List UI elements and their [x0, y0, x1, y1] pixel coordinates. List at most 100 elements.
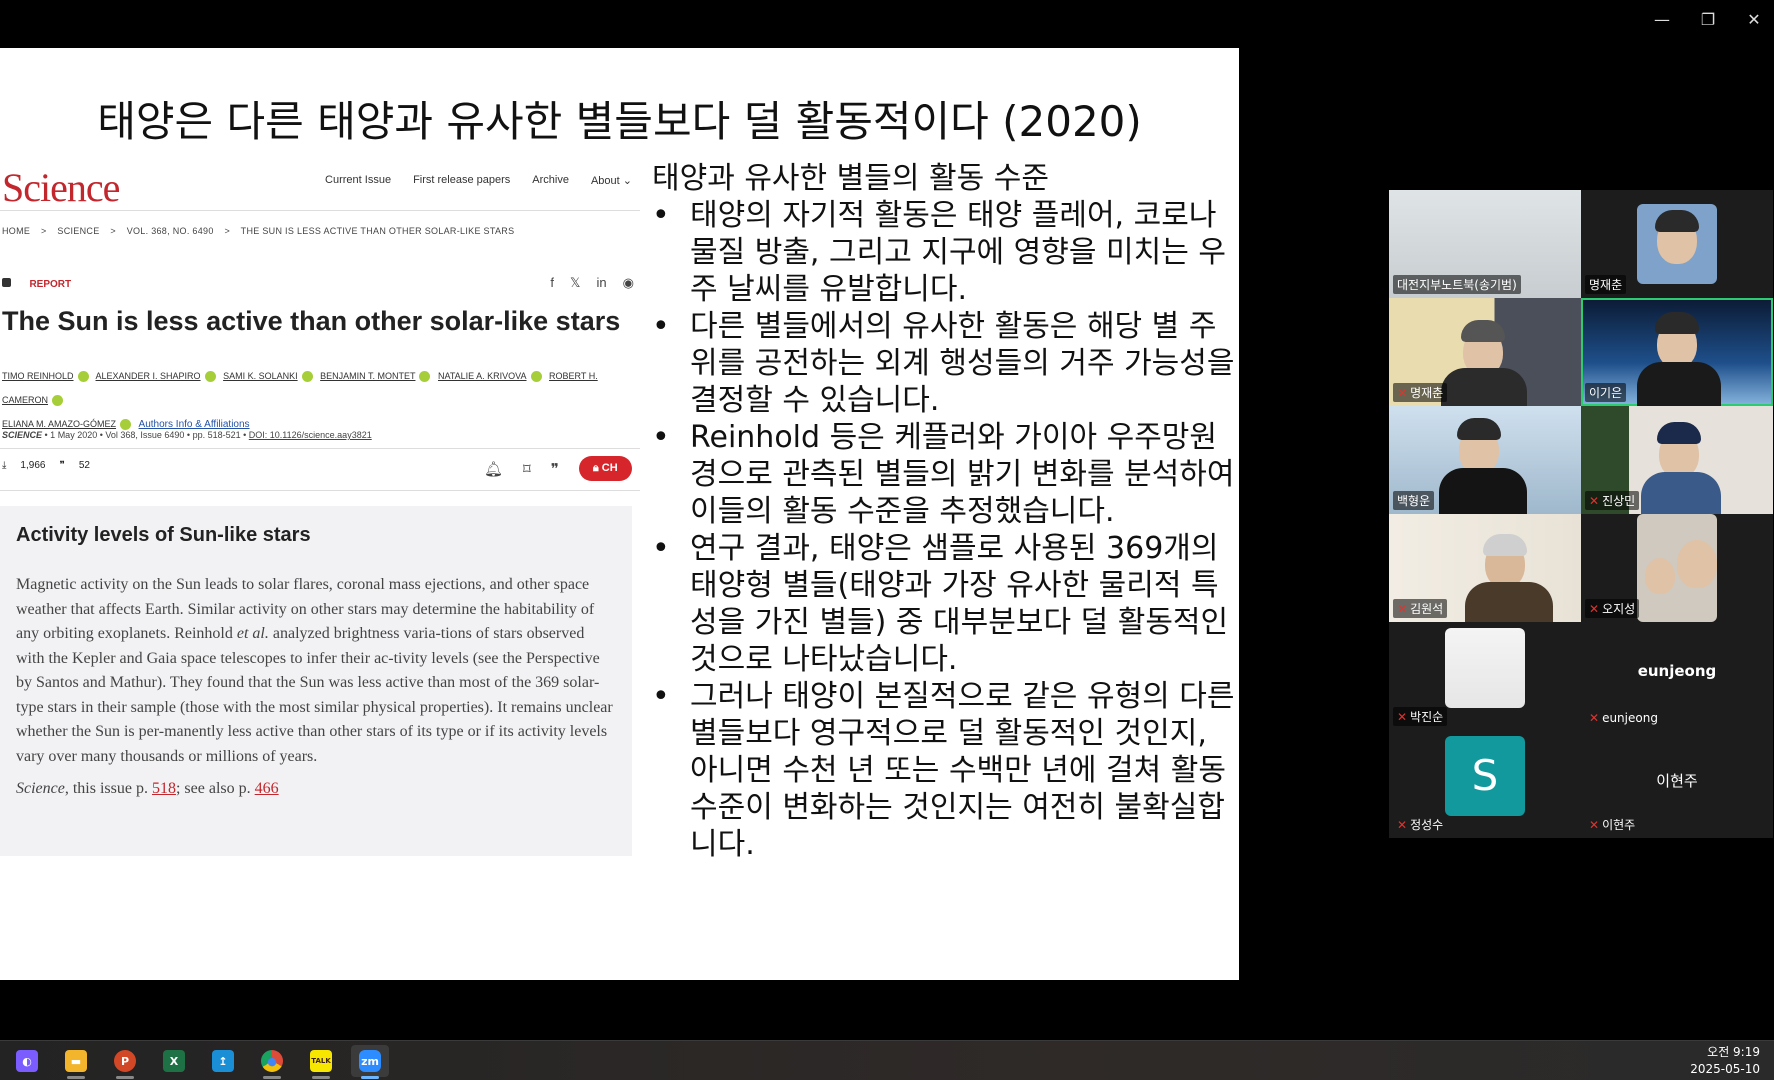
- participants-gallery: 대전지부노트북(송기범) 명재춘 ✕ 명재춘 이기은 백형운 ✕ 진상민 ✕ 김…: [1389, 190, 1773, 838]
- participant-tile[interactable]: ✕ 명재춘: [1389, 298, 1581, 406]
- kakaotalk-icon[interactable]: TALK: [302, 1045, 340, 1079]
- app-blue-icon[interactable]: ↥: [204, 1045, 242, 1077]
- divider: [0, 210, 640, 211]
- copilot-icon[interactable]: ◐: [8, 1045, 46, 1077]
- mic-muted-icon: ✕: [1397, 710, 1408, 724]
- nav-archive: Archive: [532, 174, 569, 186]
- mic-muted-icon: ✕: [1589, 602, 1600, 616]
- body: [1465, 582, 1553, 622]
- participant-tile[interactable]: ✕ 진상민: [1581, 406, 1773, 514]
- cite-icon: ❞: [550, 460, 559, 478]
- article-stats: ⤓ 1,966 ❞ 52: [2, 460, 90, 471]
- hair: [1461, 320, 1505, 342]
- breadcrumb-volume: VOL. 368, NO. 6490: [126, 226, 214, 236]
- powerpoint-icon[interactable]: P: [106, 1045, 144, 1079]
- author: TIMO REINHOLD: [2, 371, 74, 381]
- nav-current-issue: Current Issue: [325, 174, 392, 186]
- file-explorer-glyph: ▬: [65, 1050, 87, 1072]
- summary-part: analyzed brightness varia-tions of stars…: [16, 625, 613, 765]
- participant-name-text: 백형운: [1397, 494, 1431, 508]
- participant-video: [1637, 204, 1717, 284]
- orcid-icon: [120, 419, 132, 431]
- file-explorer-icon[interactable]: ▬: [57, 1045, 95, 1079]
- bullet-list: 태양의 자기적 활동은 태양 플레어, 코로나 물질 방출, 그리고 지구에 영…: [652, 197, 1236, 863]
- participant-tile[interactable]: 명재춘: [1581, 190, 1773, 298]
- breadcrumb-science: SCIENCE: [57, 226, 100, 236]
- reddit-icon: ◉: [622, 275, 634, 290]
- participant-name: 백형운: [1393, 491, 1435, 510]
- orcid-icon: [301, 371, 313, 383]
- facebook-icon: f: [550, 275, 555, 290]
- orcid-icon: [77, 371, 89, 383]
- participant-tile[interactable]: S ✕ 정성수: [1389, 730, 1581, 838]
- breadcrumb: HOME > SCIENCE > VOL. 368, NO. 6490 > TH…: [2, 226, 522, 236]
- minimize-button[interactable]: —: [1650, 8, 1674, 32]
- chrome-glyph: ●: [261, 1050, 283, 1072]
- meta-journal: SCIENCE: [2, 430, 43, 440]
- participant-tile-active-speaker[interactable]: 이기은: [1581, 298, 1773, 406]
- ref-journal: Science: [16, 780, 65, 797]
- lock-icon: [2, 278, 11, 288]
- bookmark-icon: ⌑: [523, 460, 531, 478]
- participant-name-text: 오지성: [1602, 602, 1636, 616]
- nav-about: About ⌄: [590, 175, 632, 187]
- breadcrumb-sep: >: [41, 226, 47, 236]
- participant-tile[interactable]: 백형운: [1389, 406, 1581, 514]
- participant-tile[interactable]: ✕ 박진순: [1389, 622, 1581, 730]
- excel-icon[interactable]: X: [155, 1045, 193, 1077]
- zoom-glyph: zm: [359, 1050, 381, 1072]
- summary-etal: et al.: [236, 625, 269, 642]
- report-row: REPORT f 𝕏 in ◉: [2, 274, 634, 292]
- restore-button[interactable]: ❐: [1696, 8, 1720, 32]
- bullets-heading: 태양과 유사한 별들의 활동 수준: [652, 161, 1049, 196]
- mic-muted-icon: ✕: [1589, 494, 1600, 508]
- participant-tile[interactable]: ✕ 오지성: [1581, 514, 1773, 622]
- author: BENJAMIN T. MONTET: [320, 371, 416, 381]
- screen-share-gutter: [1239, 48, 1363, 980]
- participant-name-text: 진상민: [1602, 494, 1636, 508]
- article-headline: The Sun is less active than other solar-…: [2, 306, 621, 336]
- mic-muted-icon: ✕: [1397, 818, 1408, 832]
- participant-name: 명재춘: [1585, 275, 1627, 294]
- hair: [1483, 534, 1527, 556]
- system-clock[interactable]: 오전 9:19 2025-05-10: [1690, 1044, 1760, 1078]
- author: ELIANA M. AMAZO-GÓMEZ: [2, 419, 117, 429]
- face: [1645, 558, 1675, 594]
- app-blue-glyph: ↥: [212, 1050, 234, 1072]
- share-icons: f 𝕏 in ◉: [550, 275, 634, 291]
- bullet-item: 그러나 태양이 본질적으로 같은 유형의 다른 별들보다 영구적으로 덜 활동적…: [652, 678, 1236, 863]
- participant-tile[interactable]: ✕ 김원석: [1389, 514, 1581, 622]
- mic-muted-icon: ✕: [1589, 818, 1600, 832]
- participant-name: ✕ 정성수: [1393, 815, 1447, 834]
- orcid-icon: [419, 371, 431, 383]
- divider: [0, 490, 640, 491]
- body: [1439, 468, 1527, 514]
- slide-bullets: 태양과 유사한 별들의 활동 수준 태양의 자기적 활동은 태양 플레어, 코로…: [652, 160, 1236, 863]
- check-access-label: CH: [601, 462, 618, 474]
- close-button[interactable]: ✕: [1742, 8, 1766, 32]
- slide-title: 태양은 다른 태양과 유사한 별들보다 덜 활동적이다 (2020): [97, 97, 1142, 146]
- participant-name: 이기은: [1585, 383, 1627, 402]
- body: [1441, 368, 1527, 406]
- mic-muted-icon: ✕: [1397, 386, 1408, 400]
- chrome-icon[interactable]: ●: [253, 1045, 291, 1079]
- participant-tile[interactable]: 대전지부노트북(송기범): [1389, 190, 1581, 298]
- meta-doi: DOI: 10.1126/science.aay3821: [248, 430, 372, 440]
- participant-name-text: 박진순: [1410, 710, 1444, 724]
- affiliations-link: Authors Info & Affiliations: [138, 419, 250, 430]
- author: SAMI K. SOLANKI: [223, 371, 298, 381]
- mic-muted-icon: ✕: [1397, 602, 1408, 616]
- download-count: 1,966: [20, 460, 46, 471]
- zoom-icon[interactable]: zm: [351, 1045, 389, 1079]
- ref-text: , this issue p.: [64, 780, 148, 797]
- window-controls: — ❐ ✕: [1650, 8, 1766, 32]
- participant-tile[interactable]: 이현주 ✕ 이현주: [1581, 730, 1773, 838]
- body: [1637, 362, 1721, 406]
- breadcrumb-article: THE SUN IS LESS ACTIVE THAN OTHER SOLAR-…: [240, 226, 515, 236]
- participant-display-name: 이현주: [1656, 772, 1698, 790]
- check-access-button: 🔒︎ CH: [578, 456, 632, 481]
- taskbar-apps: ◐ ▬ P X ↥ ● TALK zm: [8, 1045, 389, 1079]
- participant-tile[interactable]: eunjeong ✕ eunjeong: [1581, 622, 1773, 730]
- citation-count: 52: [78, 460, 90, 471]
- participant-name: ✕ 박진순: [1393, 707, 1448, 726]
